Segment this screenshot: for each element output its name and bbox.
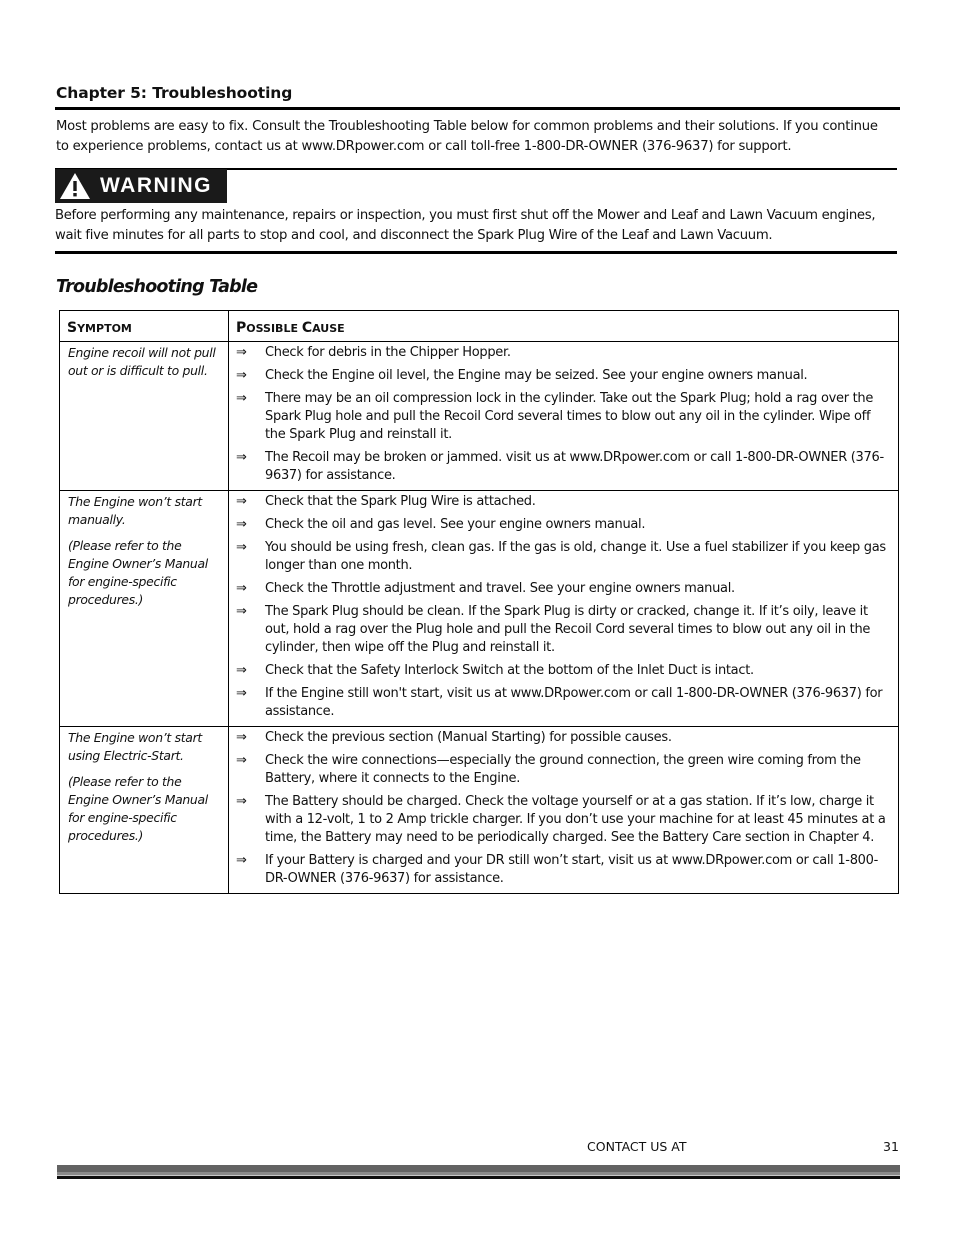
symptom-cell: The Engine won’t start manually. (Please … bbox=[59, 490, 229, 727]
double-arrow-icon: ⇒ bbox=[236, 345, 247, 360]
cause-text: The Battery should be charged. Check the… bbox=[265, 794, 886, 845]
cause-text: Check that the Spark Plug Wire is attach… bbox=[265, 494, 536, 509]
cause-item: ⇒ You should be using fresh, clean gas. I… bbox=[235, 539, 892, 575]
symptom-cell: Engine recoil will not pull out or is di… bbox=[59, 341, 229, 491]
double-arrow-icon: ⇒ bbox=[236, 794, 247, 809]
table-row: The Engine won’t start using Electric-St… bbox=[59, 726, 899, 894]
double-arrow-icon: ⇒ bbox=[236, 853, 247, 868]
double-arrow-icon: ⇒ bbox=[236, 517, 247, 532]
double-arrow-icon: ⇒ bbox=[236, 663, 247, 678]
cause-item: ⇒ Check for debris in the Chipper Hopper. bbox=[235, 344, 892, 362]
possible-cause-cell: ⇒ Check that the Spark Plug Wire is attac… bbox=[228, 490, 899, 727]
warning-triangle-icon bbox=[58, 171, 92, 201]
cause-text: The Recoil may be broken or jammed. visi… bbox=[265, 450, 884, 483]
double-arrow-icon: ⇒ bbox=[236, 730, 247, 745]
cause-item: ⇒ The Recoil may be broken or jammed. vis… bbox=[235, 449, 892, 485]
cause-item: ⇒ Check the wire connections—especially t… bbox=[235, 752, 892, 788]
cause-item: ⇒ The Battery should be charged. Check th… bbox=[235, 793, 892, 847]
cause-list: ⇒ Check the previous section (Manual Star… bbox=[235, 729, 892, 888]
page-number: 31 bbox=[883, 1139, 899, 1154]
possible-cause-cell: ⇒ Check for debris in the Chipper Hopper.… bbox=[228, 341, 899, 491]
cause-text: Check the wire connections—especially th… bbox=[265, 753, 861, 786]
header-symptom: SYMPTOM bbox=[59, 310, 229, 342]
cause-text: Check the Throttle adjustment and travel… bbox=[265, 581, 735, 596]
cause-item: ⇒ Check that the Safety Interlock Switch … bbox=[235, 662, 892, 680]
cause-text: If the Engine still won't start, visit u… bbox=[265, 686, 883, 719]
cause-list: ⇒ Check for debris in the Chipper Hopper.… bbox=[235, 344, 892, 485]
cause-item: ⇒ Check the Engine oil level, the Engine … bbox=[235, 367, 892, 385]
double-arrow-icon: ⇒ bbox=[236, 391, 247, 406]
cause-text: Check the previous section (Manual Start… bbox=[265, 730, 672, 745]
table-row: The Engine won’t start manually. (Please … bbox=[59, 490, 899, 727]
cause-item: ⇒ Check the oil and gas level. See your e… bbox=[235, 516, 892, 534]
intro-paragraph: Most problems are easy to fix. Consult t… bbox=[56, 119, 878, 154]
troubleshooting-table: SYMPTOM POSSIBLE CAUSE Engine recoil wil… bbox=[59, 310, 899, 894]
warning-label: WARNING bbox=[100, 174, 212, 197]
section-title: Troubleshooting Table bbox=[56, 277, 258, 297]
cause-list: ⇒ Check that the Spark Plug Wire is attac… bbox=[235, 493, 892, 721]
symptom-text: Engine recoil will not pull out or is di… bbox=[68, 345, 216, 378]
possible-cause-cell: ⇒ Check the previous section (Manual Star… bbox=[228, 726, 899, 894]
cause-text: Check that the Safety Interlock Switch a… bbox=[265, 663, 754, 678]
symptom-cell: The Engine won’t start using Electric-St… bbox=[59, 726, 229, 894]
double-arrow-icon: ⇒ bbox=[236, 604, 247, 619]
warning-bottom-rule bbox=[55, 251, 897, 254]
cause-item: ⇒ If the Engine still won't start, visit … bbox=[235, 685, 892, 721]
double-arrow-icon: ⇒ bbox=[236, 753, 247, 768]
chapter-title: Chapter 5: Troubleshooting bbox=[56, 84, 293, 102]
cause-item: ⇒ Check the previous section (Manual Star… bbox=[235, 729, 892, 747]
double-arrow-icon: ⇒ bbox=[236, 540, 247, 555]
symptom-text: The Engine won’t start using Electric-St… bbox=[68, 730, 202, 763]
cause-item: ⇒ Check the Throttle adjustment and trave… bbox=[235, 580, 892, 598]
cause-text: You should be using fresh, clean gas. If… bbox=[265, 540, 886, 573]
chapter-divider bbox=[55, 107, 900, 110]
cause-item: ⇒ The Spark Plug should be clean. If the … bbox=[235, 603, 892, 657]
cause-item: ⇒ There may be an oil compression lock in… bbox=[235, 390, 892, 444]
header-possible-cause: POSSIBLE CAUSE bbox=[228, 310, 899, 342]
table-header-row: SYMPTOM POSSIBLE CAUSE bbox=[59, 310, 899, 342]
cause-text: There may be an oil compression lock in … bbox=[265, 391, 874, 442]
symptom-text: The Engine won’t start manually. bbox=[68, 494, 202, 527]
double-arrow-icon: ⇒ bbox=[236, 581, 247, 596]
warning-banner: WARNING bbox=[55, 169, 227, 203]
double-arrow-icon: ⇒ bbox=[236, 494, 247, 509]
cause-text: Check for debris in the Chipper Hopper. bbox=[265, 345, 511, 360]
double-arrow-icon: ⇒ bbox=[236, 368, 247, 383]
table-row: Engine recoil will not pull out or is di… bbox=[59, 341, 899, 491]
symptom-note: (Please refer to the Engine Owner’s Manu… bbox=[68, 774, 208, 843]
cause-text: The Spark Plug should be clean. If the S… bbox=[265, 604, 871, 655]
table-body: Engine recoil will not pull out or is di… bbox=[59, 341, 899, 894]
double-arrow-icon: ⇒ bbox=[236, 686, 247, 701]
warning-text: Before performing any maintenance, repai… bbox=[55, 208, 876, 243]
cause-text: Check the Engine oil level, the Engine m… bbox=[265, 368, 808, 383]
footer-contact: CONTACT US AT bbox=[587, 1139, 687, 1154]
cause-text: If your Battery is charged and your DR s… bbox=[265, 853, 878, 886]
cause-item: ⇒ If your Battery is charged and your DR … bbox=[235, 852, 892, 888]
symptom-note: (Please refer to the Engine Owner’s Manu… bbox=[68, 538, 208, 607]
double-arrow-icon: ⇒ bbox=[236, 450, 247, 465]
footer-bar bbox=[57, 1165, 900, 1179]
cause-text: Check the oil and gas level. See your en… bbox=[265, 517, 646, 532]
cause-item: ⇒ Check that the Spark Plug Wire is attac… bbox=[235, 493, 892, 511]
